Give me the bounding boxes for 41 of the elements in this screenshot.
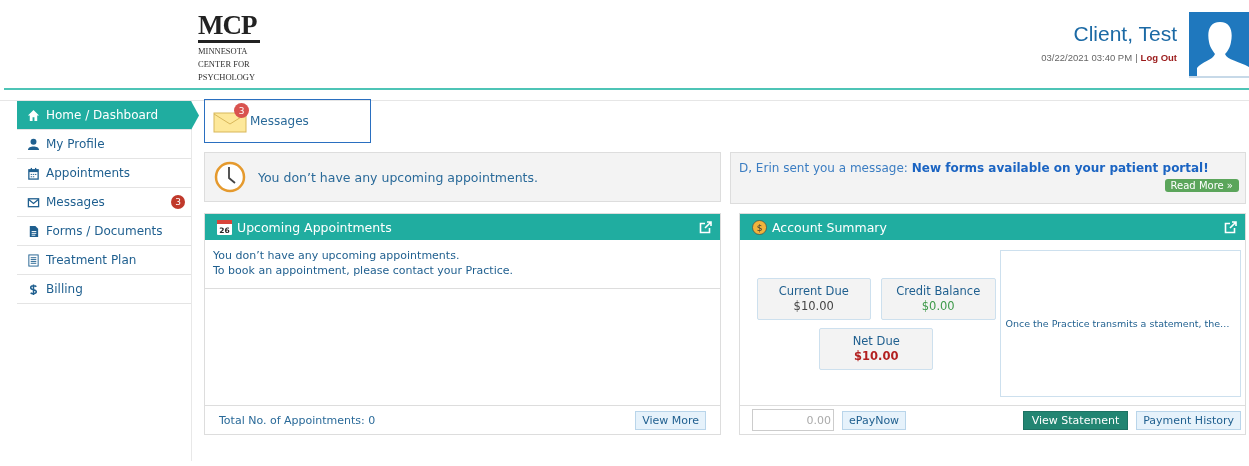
sidebar-item[interactable]: Treatment Plan — [17, 246, 191, 275]
sidebar-item[interactable]: Messages 3 — [17, 188, 191, 217]
message-text: D, Erin sent you a message: New forms available on your patient portal! — [739, 161, 1210, 175]
envelope-icon — [27, 195, 40, 209]
notice-text: You don’t have any upcoming appointments. — [258, 169, 538, 185]
balance-tile: Credit Balance $0.00 — [880, 277, 996, 320]
user-name: Client, Test — [1073, 22, 1177, 46]
balance-tile: Net Due $10.00 — [819, 327, 934, 370]
sidebar-item[interactable]: My Profile — [17, 130, 191, 159]
count-badge: 3 — [171, 195, 185, 209]
external-link-icon[interactable] — [1224, 220, 1237, 234]
date-time: 03/22/2021 03:40 PM — [1041, 52, 1133, 63]
list-icon — [27, 253, 40, 267]
amount-field[interactable]: 0.00 — [752, 409, 834, 431]
action-button[interactable]: Payment History — [1136, 410, 1241, 430]
person-icon — [27, 137, 40, 151]
external-link-icon[interactable] — [699, 220, 712, 234]
count-badge: 3 — [234, 103, 249, 118]
action-button[interactable]: ePayNow — [842, 410, 907, 430]
messages-tile[interactable]: 3 Messages — [204, 99, 371, 143]
separator: | — [1135, 52, 1138, 63]
sidebar-item[interactable]: Forms / Documents — [17, 217, 191, 246]
document-icon — [27, 224, 40, 238]
appointments-text: You don’t have any upcoming appointments. To book an appointment, please contact your Practice. — [205, 240, 720, 289]
primary-button[interactable]: View Statement — [1022, 410, 1129, 430]
sidebar-item[interactable]: Appointments — [17, 159, 191, 188]
statement-preview: Once the Practice transmits a statement, the… — [1000, 250, 1241, 397]
clock-icon — [214, 161, 246, 193]
logo: MCP MINNESOTA CENTER FOR PSYCHOLOGY — [198, 12, 260, 82]
coin-icon: $ — [752, 219, 767, 235]
envelope-icon — [213, 109, 247, 133]
appointments-total: Total No. of Appointments: 0 — [219, 413, 376, 427]
sidebar-item[interactable]: Billing — [17, 275, 191, 304]
view-more-button[interactable]: View More — [635, 410, 706, 430]
home-icon — [27, 108, 40, 122]
balance-tile: Current Due $10.00 — [756, 277, 871, 320]
calendar-icon — [27, 166, 40, 180]
dollar-icon — [27, 282, 40, 296]
panel-title: Account Summary — [772, 219, 887, 235]
panel-title: Upcoming Appointments — [237, 219, 392, 235]
logout-link[interactable]: Log Out — [1140, 52, 1177, 63]
